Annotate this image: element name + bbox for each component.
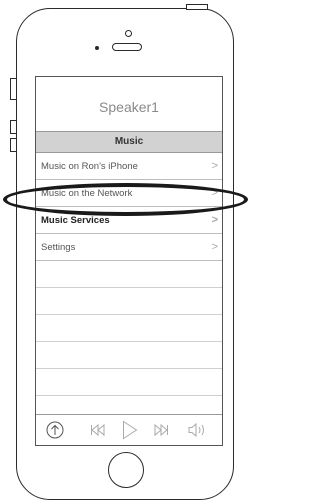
next-track-icon[interactable] (153, 423, 169, 437)
upload-icon[interactable] (46, 421, 64, 439)
play-icon[interactable] (122, 420, 138, 440)
sensor-dot-icon (95, 46, 99, 50)
mute-switch (10, 78, 17, 100)
volume-up-button (10, 120, 17, 134)
chevron-right-icon: > (211, 160, 218, 172)
menu-item-label: Settings (41, 242, 76, 253)
front-camera-icon (125, 30, 132, 37)
menu-item-label: Music on Ron's iPhone (41, 161, 138, 172)
app-screen: Speaker1 Music Music on Ron's iPhone > M… (35, 76, 223, 446)
previous-track-icon[interactable] (90, 423, 106, 437)
volume-down-button (10, 138, 17, 152)
menu-item-label: Music Services (41, 215, 110, 226)
menu-item-music-on-iphone[interactable]: Music on Ron's iPhone > (36, 153, 222, 180)
highlight-ellipse (3, 183, 248, 216)
volume-icon[interactable] (187, 422, 209, 438)
menu-item-settings[interactable]: Settings > (36, 234, 222, 261)
empty-list-row (36, 315, 222, 342)
power-button (186, 4, 208, 10)
earpiece-speaker-icon (112, 43, 142, 51)
chevron-right-icon: > (211, 241, 218, 253)
empty-list-row (36, 342, 222, 369)
device-name-title: Speaker1 (99, 99, 159, 115)
empty-list-row (36, 369, 222, 396)
empty-list-row (36, 261, 222, 288)
section-header: Music (36, 131, 222, 153)
empty-list-row (36, 288, 222, 315)
home-button[interactable] (108, 452, 144, 488)
player-controls (36, 414, 222, 445)
